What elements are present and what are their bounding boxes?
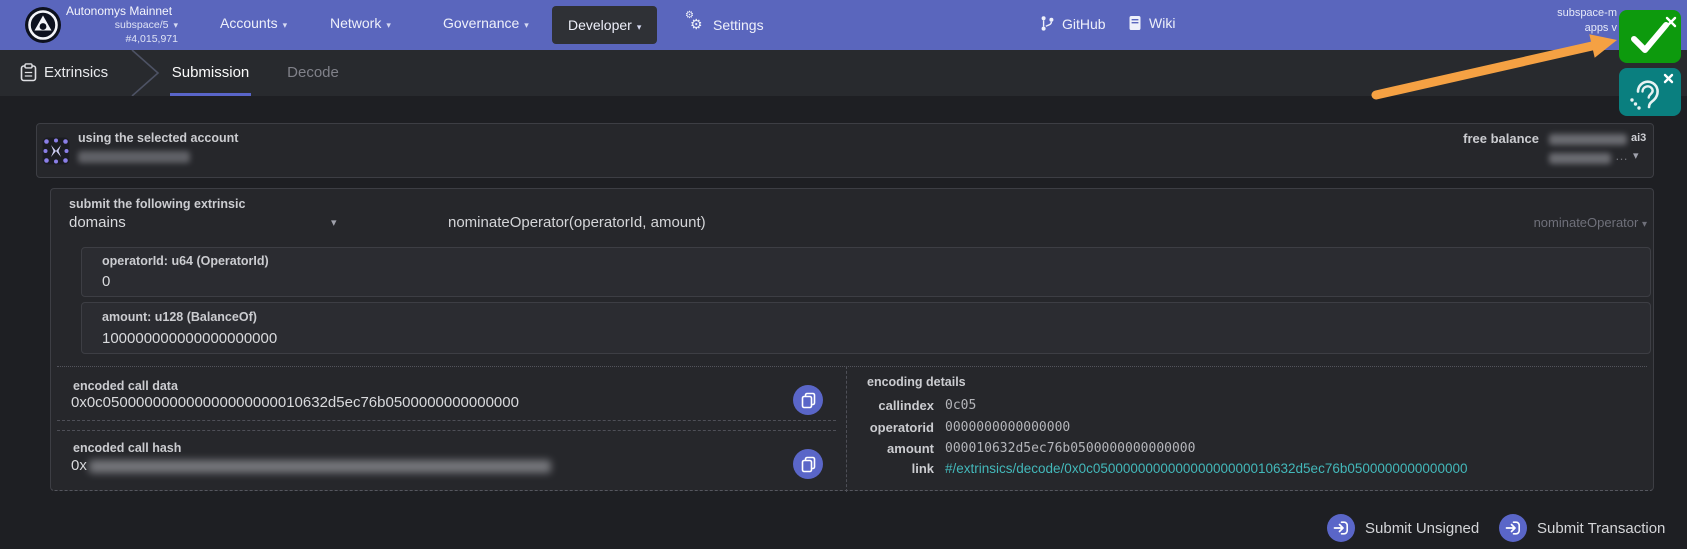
- breadcrumb-chevron: [131, 50, 160, 96]
- free-balance-redacted: [1549, 134, 1627, 145]
- call-data-label: encoded call data: [73, 379, 178, 393]
- caret-down-icon[interactable]: ▾: [331, 216, 337, 229]
- tab-bar: Extrinsics Submission Decode: [0, 50, 1687, 96]
- call-hash-prefix: 0x: [71, 457, 87, 474]
- method-select[interactable]: nominateOperator ▾: [1534, 215, 1647, 230]
- account-name-redacted: [78, 151, 190, 163]
- call-hash-redacted: [89, 460, 551, 473]
- divider: [57, 366, 1647, 367]
- account-identicon: [42, 137, 70, 165]
- caret-down-icon: ▾: [636, 22, 642, 32]
- approve-overlay-button[interactable]: [1619, 10, 1681, 63]
- caret-down-icon: ▾: [282, 20, 288, 30]
- sign-in-icon: [1499, 514, 1527, 542]
- apps-version-text: subspace-m apps v: [1557, 7, 1617, 34]
- detail-value: 0c05: [945, 398, 977, 413]
- encoding-details-label: encoding details: [867, 375, 966, 389]
- detail-key: callindex: [878, 398, 934, 413]
- extrinsic-card: submit the following extrinsic domains ▾…: [50, 188, 1654, 492]
- detail-key: amount: [887, 441, 934, 456]
- menu-governance[interactable]: Governance ▾: [443, 15, 529, 31]
- chain-name: Autonomys Mainnet: [66, 4, 173, 18]
- ear-icon: [1630, 73, 1674, 110]
- caret-down-icon: ▾: [524, 20, 529, 30]
- call-data-value: 0x0c050000000000000000000010632d5ec76b05…: [71, 394, 519, 411]
- call-hash-label: encoded call hash: [73, 441, 182, 455]
- free-balance-label: free balance: [1463, 131, 1539, 146]
- caret-down-icon[interactable]: ▾: [1633, 149, 1639, 162]
- param-value: 0: [102, 273, 111, 290]
- gears-icon: ⚙ ⚙: [685, 10, 703, 32]
- sign-in-icon: [1327, 514, 1355, 542]
- submit-transaction-button[interactable]: Submit Transaction: [1499, 514, 1665, 542]
- decode-link[interactable]: #/extrinsics/decode/0x0c0500000000000000…: [945, 461, 1467, 476]
- param-amount-input[interactable]: amount: u128 (BalanceOf) 100000000000000…: [81, 302, 1651, 354]
- caret-down-icon: ▾: [386, 20, 391, 30]
- caret-down-icon: ▾: [173, 20, 178, 30]
- pallet-select[interactable]: domains: [69, 214, 126, 231]
- submit-unsigned-button[interactable]: Submit Unsigned: [1327, 514, 1479, 542]
- detail-value: 000010632d5ec76b0500000000000000: [945, 441, 1196, 456]
- caret-down-icon: ▾: [1641, 219, 1647, 230]
- check-icon: [1631, 16, 1677, 53]
- link-wiki[interactable]: Wiki: [1128, 15, 1175, 31]
- tab-submission[interactable]: Submission: [170, 50, 251, 96]
- param-operatorid-input[interactable]: operatorId: u64 (OperatorId) 0: [81, 247, 1651, 297]
- method-signature: nominateOperator(operatorId, amount): [448, 214, 706, 231]
- menu-accounts[interactable]: Accounts ▾: [220, 15, 287, 31]
- extrinsic-section-label: submit the following extrinsic: [69, 197, 246, 211]
- divider: [57, 420, 836, 421]
- link-github[interactable]: GitHub: [1040, 15, 1106, 32]
- runtime-version: subspace/5 ▾: [114, 19, 178, 31]
- balance-secondary-redacted: [1549, 153, 1611, 164]
- chain-selector[interactable]: Autonomys Mainnet subspace/5 ▾ #4,015,971: [66, 5, 178, 46]
- account-selector[interactable]: using the selected account free balance …: [36, 123, 1654, 178]
- section-title: Extrinsics: [44, 64, 109, 81]
- param-label: amount: u128 (BalanceOf): [102, 310, 257, 324]
- detail-key: link: [911, 461, 934, 476]
- account-label: using the selected account: [78, 131, 239, 145]
- accessibility-overlay-button[interactable]: [1619, 68, 1681, 116]
- detail-value: 0000000000000000: [945, 420, 1071, 435]
- detail-key: operatorid: [869, 420, 934, 435]
- git-branch-icon: [1041, 16, 1054, 31]
- autonomys-logo[interactable]: [24, 6, 62, 44]
- balance-ellipsis: …: [1615, 148, 1628, 163]
- divider: [57, 430, 836, 431]
- menu-settings[interactable]: ⚙ ⚙ Settings: [685, 10, 764, 33]
- tab-decode[interactable]: Decode: [284, 50, 342, 96]
- menu-developer[interactable]: Developer ▾: [552, 6, 658, 44]
- block-number: #4,015,971: [125, 33, 178, 45]
- top-navbar: Autonomys Mainnet subspace/5 ▾ #4,015,971…: [0, 0, 1687, 50]
- clipboard-icon: [20, 63, 37, 82]
- book-icon: [1129, 16, 1141, 30]
- param-value: 100000000000000000000: [102, 330, 278, 347]
- menu-network[interactable]: Network ▾: [330, 15, 391, 31]
- balance-unit: ai3: [1631, 132, 1647, 144]
- param-label: operatorId: u64 (OperatorId): [102, 254, 269, 268]
